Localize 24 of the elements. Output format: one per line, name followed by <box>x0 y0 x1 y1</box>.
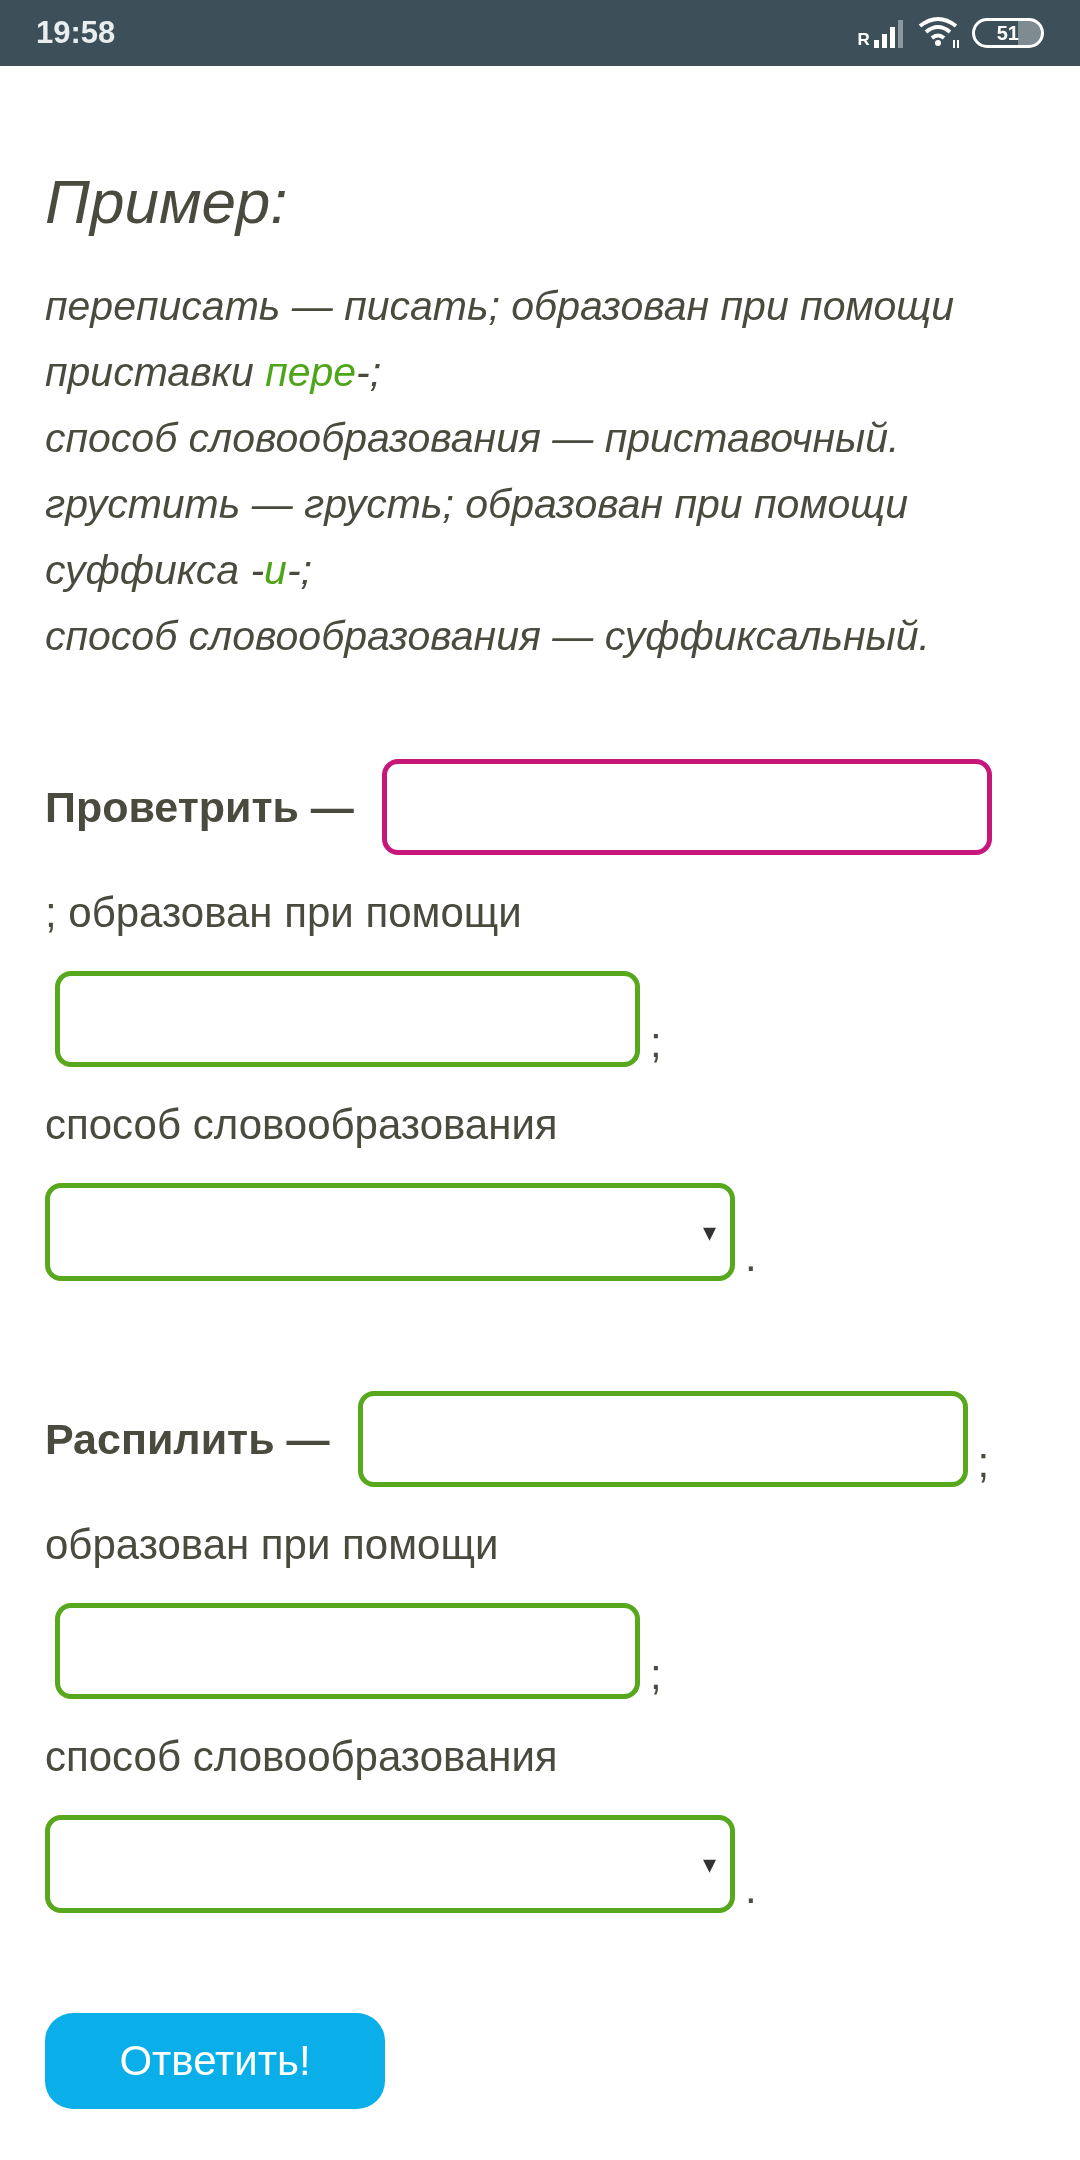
task-text: ; <box>650 1651 662 1699</box>
answer-field[interactable] <box>381 759 992 855</box>
task-word: Проветрить — <box>45 782 354 832</box>
example-heading: Пример: <box>45 166 289 237</box>
answer-field[interactable] <box>55 1603 640 1699</box>
battery-indicator: 51 <box>971 18 1044 48</box>
task-text: образован при помощи <box>45 1521 499 1569</box>
task-text: способ словообразования <box>45 1101 558 1149</box>
example-text: грустить — грусть; образован при помощи суффикса -и-; способ словообразования — суффиксальный. <box>45 480 931 661</box>
example-text: переписать — писать; образован при помощи приставки пере-; способ словообразования — приставочный. <box>45 282 956 463</box>
task-text: ; <box>650 1019 662 1067</box>
task-word: Распилить — <box>45 1414 330 1464</box>
answer-field[interactable] <box>357 1391 968 1487</box>
task-text: способ словообразования <box>45 1733 558 1781</box>
dropdown-field[interactable]: ▾ <box>45 1183 735 1281</box>
task-text: ; <box>977 1439 990 1487</box>
roaming-indicator: R <box>857 30 870 50</box>
dropdown-field[interactable]: ▾ <box>45 1815 735 1913</box>
wifi-icon <box>917 16 962 50</box>
clock: 19:58 <box>36 15 116 51</box>
task-text: . <box>745 1233 757 1281</box>
task-text: ; образован при помощи <box>45 889 522 937</box>
task-text: . <box>745 1865 757 1913</box>
answer-field[interactable] <box>55 971 640 1067</box>
